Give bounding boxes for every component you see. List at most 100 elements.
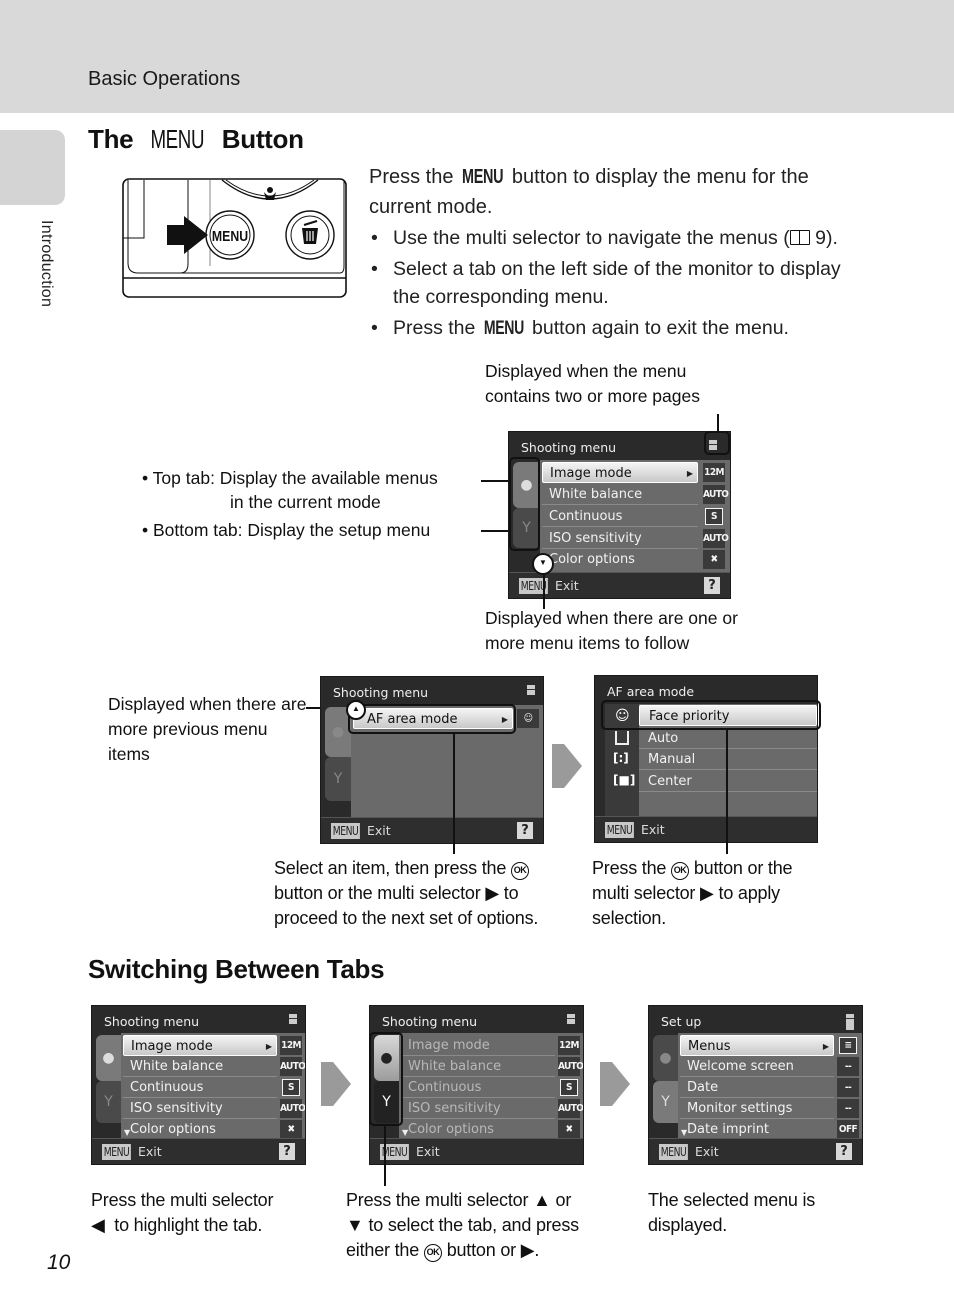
section-header-title: Basic Operations — [88, 68, 241, 90]
menu-row[interactable]: White balance — [123, 1056, 277, 1077]
menu-row[interactable]: Date — [680, 1077, 834, 1098]
menu-glyph: MENU — [483, 317, 524, 339]
leader-line — [726, 730, 728, 854]
menu-row-value: -- — [837, 1057, 859, 1076]
bullet-text-suffix: button again to exit the menu. — [526, 317, 789, 339]
help-icon: ? — [517, 822, 533, 839]
leader-line — [481, 480, 509, 482]
caption-text: Press the multi selector — [346, 1190, 529, 1210]
center-area-icon: [■] — [613, 773, 636, 787]
leader-line — [384, 1126, 386, 1186]
af-option-row[interactable]: Manual — [639, 749, 817, 770]
wrench-icon: Y — [333, 771, 343, 787]
help-icon: ? — [279, 1143, 295, 1160]
menu-row[interactable]: Menus ▶ — [680, 1035, 834, 1056]
leader-line — [543, 575, 545, 609]
page-number: 10 — [47, 1251, 71, 1274]
tab-setup[interactable]: Y — [653, 1081, 678, 1123]
next-step-arrow-icon — [321, 1062, 351, 1106]
scroll-up-indicator-highlight: ▲ — [346, 700, 366, 720]
af-option-row[interactable]: Auto — [639, 728, 817, 749]
lcd-footer: MENU Exit — [595, 816, 817, 842]
tabs-highlight — [509, 457, 540, 551]
menu-row[interactable]: Continuous — [123, 1077, 277, 1098]
exit-label: Exit — [695, 1144, 719, 1159]
scroll-down-icon: ▼ — [539, 558, 547, 567]
camera-icon: ● — [102, 1050, 115, 1066]
menu-row[interactable]: White balance — [401, 1056, 555, 1077]
bullet-navigate: Use the multi selector to navigate the m… — [369, 224, 869, 252]
lcd-tab-screen: Shooting menu ● Y Image mode ▶ 12M White balan… — [91, 1005, 306, 1165]
menu-row[interactable]: Image mode ▶ — [542, 462, 698, 483]
manual-area-icon: [:] — [613, 751, 629, 765]
caret-right-icon: ▶ — [265, 1042, 272, 1051]
tab-shooting[interactable]: ● — [653, 1035, 678, 1081]
caption-step1: Press the multi selector ◀ to highlight … — [91, 1188, 321, 1238]
lcd-footer: MENU Exit — [370, 1138, 583, 1164]
menu-row-value: -- — [837, 1078, 859, 1097]
menu-key-label: MENU — [605, 822, 635, 838]
menu-row-label: Date — [687, 1080, 719, 1095]
menu-glyph: MENU — [150, 124, 205, 154]
page-indicator-icon — [289, 1014, 297, 1024]
menu-row[interactable]: ISO sensitivity — [542, 528, 698, 549]
auto-area-icon — [615, 731, 629, 745]
menu-row[interactable]: Color options — [123, 1119, 277, 1140]
help-icon: ? — [704, 577, 720, 594]
menu-row-value: S — [282, 1079, 300, 1096]
annotation-bottom-tab: • Bottom tab: Display the setup menu — [142, 520, 431, 540]
menu-row[interactable]: Color options — [401, 1119, 555, 1140]
page-indicator-highlight — [704, 431, 730, 455]
page-indicator-icon — [846, 1014, 854, 1030]
color-off-icon: ✖ — [703, 550, 725, 569]
menu-row-label: White balance — [130, 1059, 224, 1074]
menu-row[interactable]: Image mode — [401, 1035, 555, 1056]
caption-text: proceed to the next set of options. — [274, 908, 539, 928]
menu-row-value: S — [560, 1079, 578, 1096]
menu-row-value: -- — [837, 1099, 859, 1118]
menu-row-label: Color options — [408, 1122, 494, 1137]
menu-row-label: Color options — [130, 1122, 216, 1137]
menu-row[interactable]: Continuous — [542, 506, 698, 527]
camera-icon: ● — [659, 1050, 672, 1066]
menu-row[interactable]: Date imprint — [680, 1119, 834, 1140]
chapter-side-label: Introduction — [38, 220, 55, 308]
menu-row[interactable]: ISO sensitivity — [123, 1098, 277, 1119]
annotation-top-tab-cont: in the current mode — [230, 492, 381, 512]
menu-row[interactable]: ISO sensitivity — [401, 1098, 555, 1119]
exit-label: Exit — [416, 1144, 440, 1159]
leader-line — [717, 414, 719, 432]
camera-icon: ● — [331, 724, 345, 740]
menu-row[interactable]: Continuous — [401, 1077, 555, 1098]
bullet-exit: Press the MENU button again to exit the … — [369, 314, 869, 342]
page-indicator-icon — [527, 685, 535, 695]
menu-row[interactable]: Monitor settings — [680, 1098, 834, 1119]
tab-setup[interactable]: Y — [325, 757, 351, 801]
menu-row[interactable]: White balance — [542, 484, 698, 505]
menu-row-value: 12M — [280, 1036, 302, 1055]
af-option-row[interactable]: Center — [639, 771, 817, 792]
menu-row[interactable]: Image mode ▶ — [123, 1035, 277, 1056]
lcd-footer: MENU Exit ? — [649, 1138, 862, 1164]
menu-row[interactable]: Color options — [542, 549, 698, 570]
tab-setup[interactable]: Y — [96, 1081, 121, 1123]
iso-value: AUTO — [703, 529, 729, 548]
bullet-text: Press the — [393, 317, 481, 339]
caption-text: multi selector — [592, 883, 696, 903]
section-title-menu-button: The MENU Button — [88, 124, 304, 155]
menu-row-label: Image mode — [408, 1038, 490, 1053]
annotation-previous: Displayed when there are more previous m… — [108, 694, 307, 764]
help-icon: ? — [836, 1143, 852, 1160]
intro-bullets: Use the multi selector to navigate the m… — [369, 224, 869, 342]
tab-shooting[interactable]: ● — [96, 1035, 121, 1081]
ok-button-icon: OK — [423, 1244, 442, 1262]
menu-glyph: MENU — [462, 166, 504, 188]
lcd-footer: MENU Exit ? — [92, 1138, 305, 1164]
next-step-arrow-icon — [552, 744, 582, 788]
annotation-pages: Displayed when the menu contains two or … — [485, 361, 700, 406]
page-indicator-icon — [567, 1014, 575, 1024]
caret-right-icon: ▶ — [822, 1042, 829, 1051]
intro-text: Press the MENU button to display the men… — [369, 162, 869, 345]
caption-text: displayed. — [648, 1215, 728, 1235]
menu-row[interactable]: Welcome screen — [680, 1056, 834, 1077]
